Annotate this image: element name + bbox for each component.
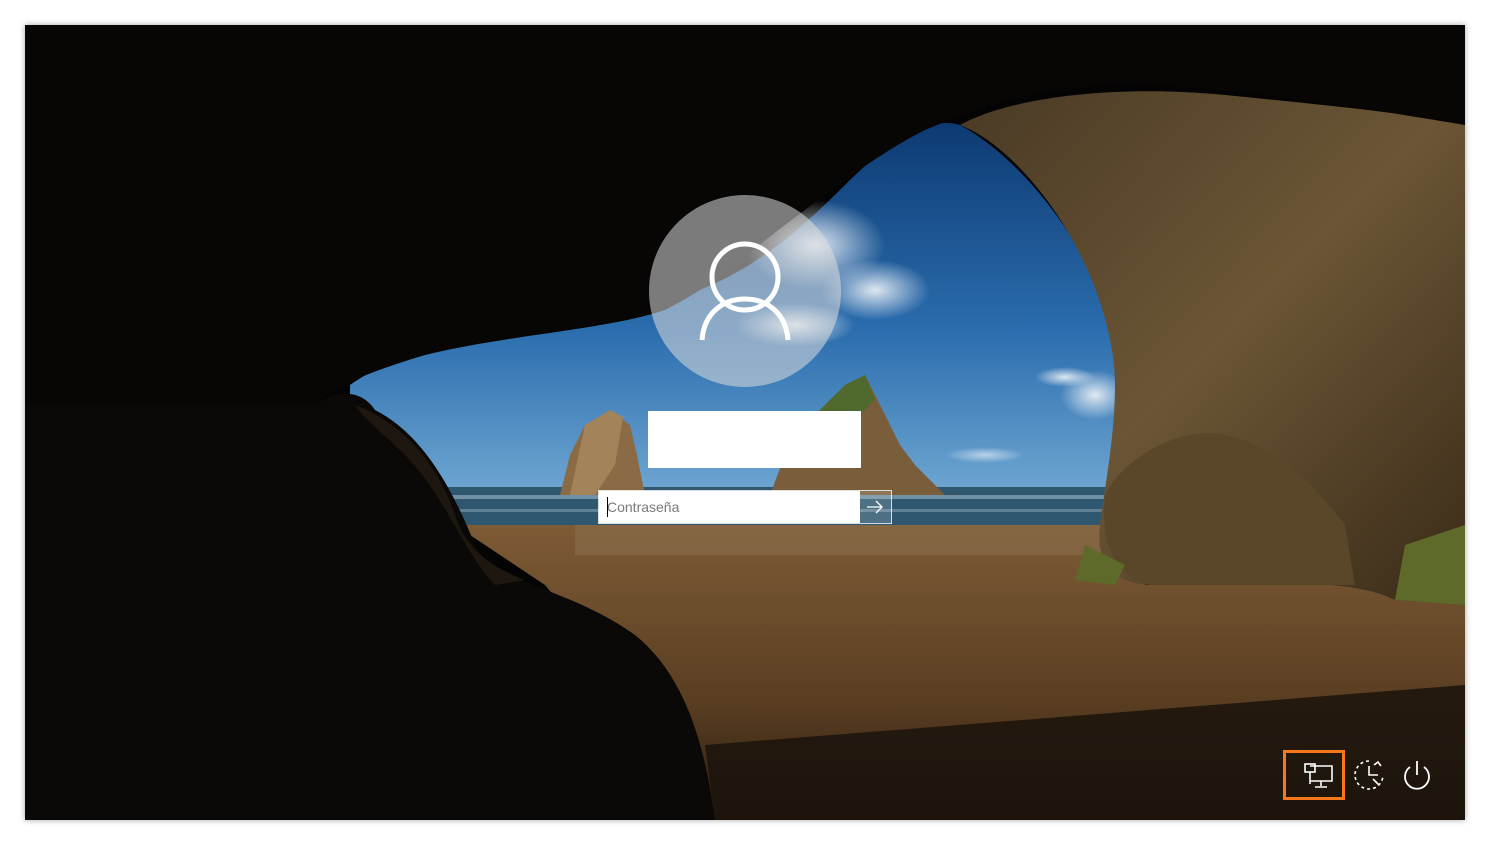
network-icon — [1304, 763, 1333, 788]
submit-button[interactable] — [860, 491, 891, 523]
username-field — [648, 411, 861, 468]
power-button[interactable] — [1395, 753, 1439, 797]
ease-of-access-button[interactable] — [1347, 753, 1391, 797]
ease-of-access-icon — [1354, 760, 1384, 790]
power-icon — [1404, 761, 1430, 790]
network-button[interactable] — [1297, 753, 1341, 797]
text-caret — [607, 497, 608, 517]
password-field-group — [598, 490, 892, 524]
user-avatar — [649, 195, 841, 387]
lock-screen — [25, 25, 1465, 820]
user-silhouette-icon — [699, 241, 791, 341]
password-input[interactable] — [599, 491, 860, 523]
arrow-right-icon — [867, 500, 883, 514]
